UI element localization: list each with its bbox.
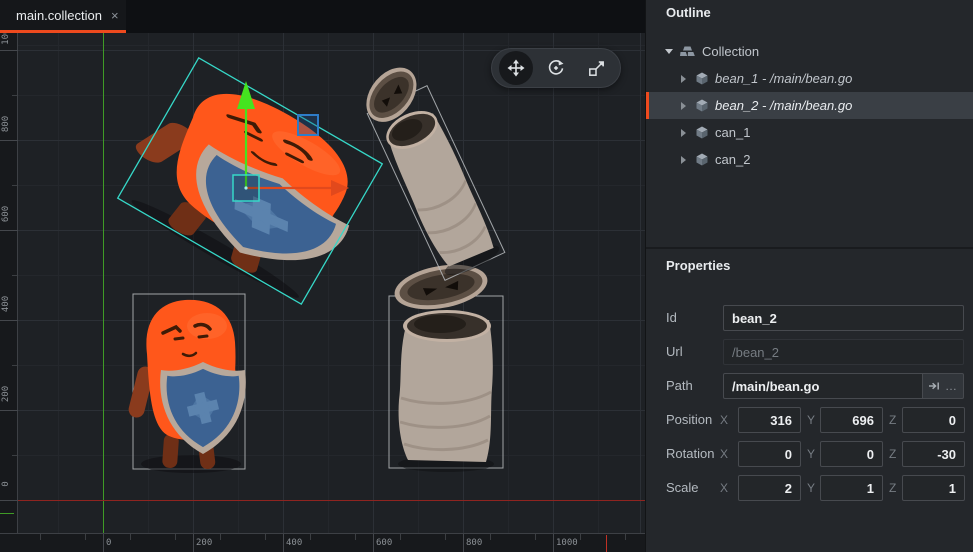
property-row-scale: Scale X Y Z [646, 475, 973, 501]
path-input[interactable] [723, 373, 923, 399]
field-label: Scale [666, 480, 699, 495]
tree-row-label: Collection [702, 44, 760, 59]
ruler-label: 0 [106, 538, 112, 548]
chevron-right-icon[interactable] [681, 155, 686, 164]
property-row-position: Position X Y Z [646, 407, 973, 433]
gizmo-y-arrowhead[interactable] [237, 81, 255, 109]
axis-label-y: Y [807, 481, 816, 495]
position-y-input[interactable] [820, 407, 883, 433]
chevron-right-icon[interactable] [681, 101, 686, 110]
axis-label-z: Z [889, 447, 897, 461]
ruler-label: 200 [1, 385, 11, 403]
app: { "tab_bar": { "tabs": [ { "icon": "coll… [0, 0, 973, 552]
tree-row-bean-2[interactable]: bean_2 - /main/bean.go [646, 92, 973, 119]
tree-row-label: bean_1 - /main/bean.go [715, 71, 853, 86]
scale-x-input[interactable] [738, 475, 801, 501]
sprite-can-1[interactable] [349, 52, 506, 284]
ruler-label: 600 [1, 205, 11, 223]
position-z-input[interactable] [902, 407, 965, 433]
chevron-down-icon[interactable] [665, 49, 673, 54]
property-row-path: Path … [646, 373, 973, 399]
axis-label-z: Z [889, 413, 897, 427]
tab-close-icon[interactable]: × [111, 8, 119, 23]
path-browse-button[interactable]: … [945, 374, 958, 398]
tool-move-button[interactable] [498, 51, 533, 85]
property-row-id: Id [646, 305, 973, 331]
property-row-url: Url [646, 339, 973, 365]
collection-icon [680, 46, 695, 56]
game-object-icon [696, 72, 708, 85]
canvas-toolbar [491, 48, 621, 88]
tab-main-collection[interactable]: main.collection × [0, 0, 126, 30]
ruler-label: 200 [196, 538, 213, 548]
position-x-input[interactable] [738, 407, 801, 433]
tree-row-collection[interactable]: Collection [646, 38, 973, 65]
tool-scale-button[interactable] [580, 51, 614, 85]
outline-title: Outline [666, 5, 711, 20]
right-panel: Outline Collection bean_1 - /main/bean.g… [645, 0, 973, 552]
rotation-z-input[interactable] [902, 441, 965, 467]
ruler-label: 400 [1, 295, 11, 313]
game-object-icon [696, 126, 708, 139]
gizmo-pivot-dot [244, 186, 248, 190]
scale-z-input[interactable] [902, 475, 965, 501]
ruler-label: 800 [466, 538, 483, 548]
tree-row-can-1[interactable]: can_1 [646, 119, 973, 146]
game-object-icon [696, 153, 708, 166]
horizontal-ruler: 0 200 400 600 800 1000 [0, 533, 645, 552]
url-input [723, 339, 964, 365]
tree-row-label: can_2 [715, 152, 751, 167]
axis-label-x: X [720, 481, 729, 495]
property-row-rotation: Rotation X Y Z [646, 441, 973, 467]
tree-row-bean-1[interactable]: bean_1 - /main/bean.go [646, 65, 973, 92]
axis-label-x: X [720, 447, 729, 461]
ruler-label: 400 [286, 538, 303, 548]
rotation-y-input[interactable] [820, 441, 883, 467]
jump-to-icon [929, 382, 939, 390]
field-label: Url [666, 344, 683, 359]
ruler-label: 800 [1, 115, 11, 133]
scene-svg [0, 33, 506, 475]
editor-tab-bar: main.collection × [0, 0, 645, 33]
rotation-x-input[interactable] [738, 441, 801, 467]
properties-title: Properties [666, 258, 731, 273]
ruler-mouse-marker [606, 535, 607, 552]
move-icon [507, 59, 524, 77]
id-input[interactable] [723, 305, 964, 331]
ruler-label: 600 [376, 538, 393, 548]
tree-row-label: can_1 [715, 125, 751, 140]
chevron-right-icon[interactable] [681, 128, 686, 137]
path-open-button[interactable] [928, 374, 940, 398]
selection-bar [646, 92, 649, 119]
field-label: Position [666, 412, 713, 427]
sprite-bean-1[interactable] [125, 293, 248, 475]
axis-label-x: X [720, 413, 729, 427]
field-label: Path [666, 378, 693, 393]
rotate-icon [548, 60, 564, 75]
tree-row-label: bean_2 - /main/bean.go [715, 98, 853, 113]
tab-label: main.collection [16, 7, 102, 23]
vertical-ruler: 1000 800 600 400 200 0 [0, 33, 18, 533]
axis-label-y: Y [807, 447, 816, 461]
ruler-label: 0 [1, 481, 11, 487]
tool-rotate-button[interactable] [539, 51, 573, 85]
axis-label-z: Z [889, 481, 897, 495]
chevron-right-icon[interactable] [681, 74, 686, 83]
panel-divider [646, 247, 973, 249]
path-buttons: … [923, 373, 964, 399]
scene-canvas[interactable]: 1000 800 600 400 200 0 0 200 400 600 800… [0, 33, 645, 552]
outline-tree: Collection bean_1 - /main/bean.go bean_2… [646, 38, 973, 173]
field-label: Rotation [666, 446, 715, 461]
ruler-label: 1000 [556, 538, 578, 548]
game-object-icon [696, 99, 708, 112]
tree-row-can-2[interactable]: can_2 [646, 146, 973, 173]
sprite-can-2[interactable] [388, 256, 504, 474]
axis-label-y: Y [807, 413, 816, 427]
field-label: Id [666, 310, 677, 325]
scale-y-input[interactable] [820, 475, 883, 501]
ruler-mouse-marker [0, 513, 14, 514]
corner-handle[interactable] [297, 114, 319, 136]
ruler-label: 1000 [1, 33, 11, 45]
scale-icon [588, 61, 604, 76]
